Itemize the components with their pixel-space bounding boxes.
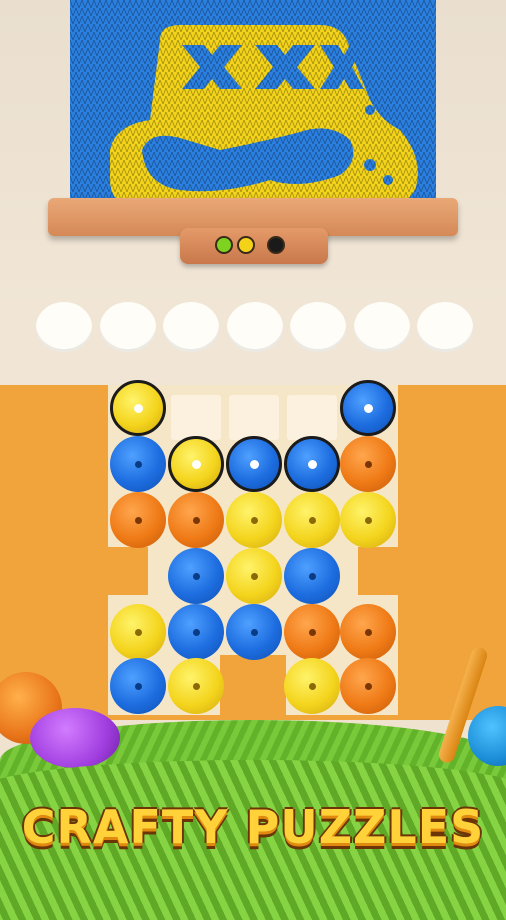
- blue-yarn-spool[interactable]: [284, 436, 340, 492]
- spool-hole: [309, 683, 316, 690]
- spool-hole: [309, 573, 316, 580]
- blue-yarn-spool[interactable]: [340, 380, 396, 436]
- holding-slot[interactable]: [417, 302, 473, 352]
- orange-yarn-spool: [168, 492, 224, 548]
- empty-lane: [171, 395, 221, 440]
- orange-yarn-spool: [340, 658, 396, 714]
- spool-hole: [365, 461, 372, 468]
- spool-hole: [251, 573, 258, 580]
- empty-lane: [229, 395, 279, 440]
- spool-hole: [364, 404, 373, 413]
- spool-hole: [135, 461, 142, 468]
- board-notch-left: [108, 547, 148, 595]
- yellow-yarn-spool[interactable]: [168, 436, 224, 492]
- spool-hole: [250, 460, 259, 469]
- yellow-yarn-spool: [284, 658, 340, 714]
- yellow-yarn-spool: [110, 604, 166, 660]
- orange-yarn-spool: [340, 436, 396, 492]
- promo-banner-title: CRAFTY PUZZLES: [21, 800, 485, 854]
- empty-lane: [287, 395, 337, 440]
- spool-hole: [193, 573, 200, 580]
- knitted-picture: [70, 0, 436, 222]
- blue-yarn-spool: [226, 604, 282, 660]
- yellow-yarn-spool: [226, 492, 282, 548]
- blue-yarn-spool: [168, 604, 224, 660]
- holding-slot[interactable]: [353, 302, 410, 352]
- holding-slot[interactable]: [226, 302, 283, 352]
- purple-yarn-ball-icon: [30, 708, 120, 768]
- spool-hole: [308, 460, 317, 469]
- spool-hole: [309, 629, 316, 636]
- yellow-yarn-spool[interactable]: [110, 380, 166, 436]
- yellow-yarn-spool: [284, 492, 340, 548]
- orange-yarn-spool: [110, 492, 166, 548]
- spool-hole: [365, 683, 372, 690]
- yellow-yarn-spool: [340, 492, 396, 548]
- spool-hole: [251, 517, 258, 524]
- spool-hole: [193, 517, 200, 524]
- spool-hole: [192, 460, 201, 469]
- spool-hole: [309, 517, 316, 524]
- holding-slot[interactable]: [163, 302, 219, 352]
- blue-yarn-spool[interactable]: [226, 436, 282, 492]
- holding-slot[interactable]: [290, 302, 346, 352]
- yellow-yarn-spool: [168, 658, 224, 714]
- spool-hole: [135, 683, 142, 690]
- blue-yarn-spool: [110, 658, 166, 714]
- blue-yarn-spool: [110, 436, 166, 492]
- spool-hole: [251, 629, 258, 636]
- spool-hole: [135, 629, 142, 636]
- spool-hole: [365, 517, 372, 524]
- yellow-dot-icon: [237, 236, 255, 254]
- orange-yarn-spool: [340, 604, 396, 660]
- yellow-yarn-spool: [226, 548, 282, 604]
- black-dot-icon: [267, 236, 285, 254]
- holding-slot[interactable]: [36, 302, 92, 352]
- blue-yarn-spool: [284, 548, 340, 604]
- orange-yarn-spool: [284, 604, 340, 660]
- spool-hole: [193, 683, 200, 690]
- blue-yarn-spool: [168, 548, 224, 604]
- board-notch-bottom: [220, 655, 286, 715]
- spool-hole: [193, 629, 200, 636]
- holding-slot[interactable]: [99, 302, 156, 352]
- green-dot-icon: [215, 236, 233, 254]
- spool-hole: [365, 629, 372, 636]
- spool-hole: [135, 517, 142, 524]
- board-notch-right: [358, 547, 398, 595]
- spool-hole: [134, 404, 143, 413]
